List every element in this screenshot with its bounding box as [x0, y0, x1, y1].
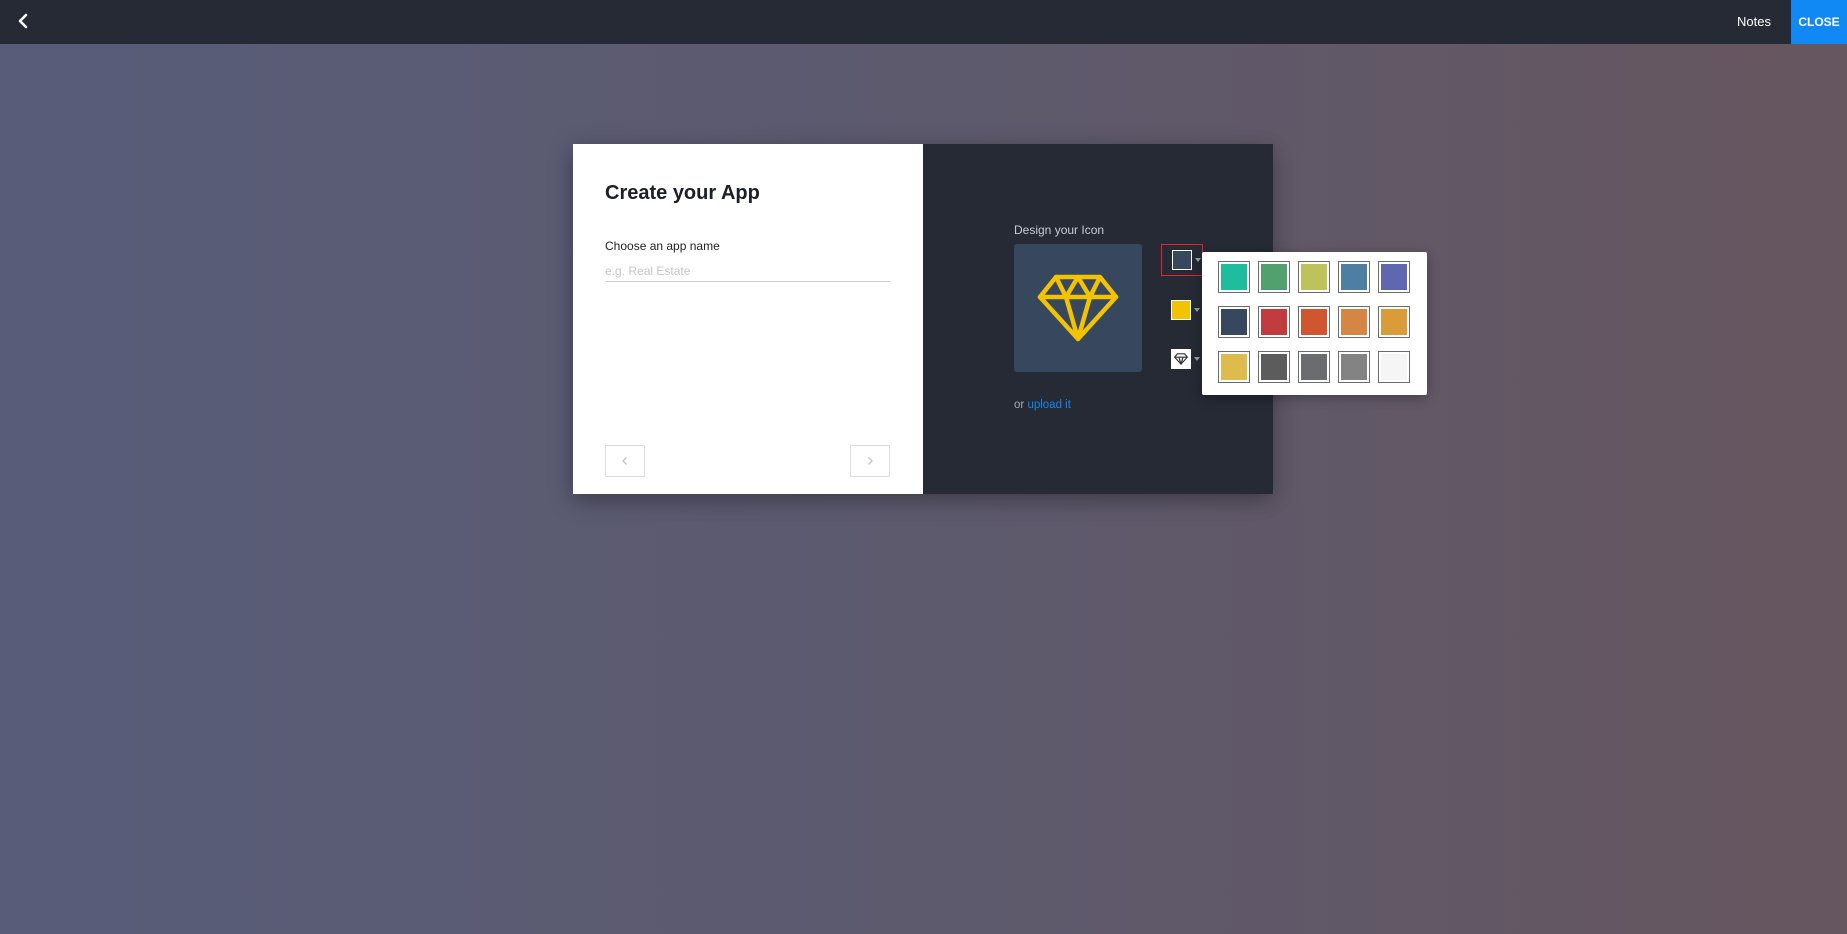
chevron-down-icon: [1194, 308, 1200, 312]
icon-color-swatch: [1171, 300, 1191, 320]
color-swatch[interactable]: [1338, 306, 1370, 338]
glyph-picker[interactable]: [1161, 343, 1203, 375]
back-button[interactable]: [10, 8, 36, 34]
chevron-down-icon: [1194, 357, 1200, 361]
color-swatch-fill: [1341, 354, 1367, 380]
chevron-left-icon: [18, 13, 28, 29]
top-bar: Notes CLOSE: [0, 0, 1847, 44]
upload-prefix: or: [1014, 399, 1025, 411]
color-swatch[interactable]: [1298, 351, 1330, 383]
color-swatch[interactable]: [1378, 261, 1410, 293]
color-swatch-fill: [1221, 309, 1247, 335]
color-swatch[interactable]: [1338, 261, 1370, 293]
color-swatch-fill: [1341, 264, 1367, 290]
color-swatch-fill: [1301, 354, 1327, 380]
color-swatch-fill: [1341, 309, 1367, 335]
app-name-panel: Create your App Choose an app name: [573, 144, 923, 494]
color-swatch[interactable]: [1258, 261, 1290, 293]
color-swatch[interactable]: [1258, 351, 1290, 383]
color-swatch-fill: [1261, 309, 1287, 335]
color-palette-popover: [1202, 252, 1427, 395]
chevron-right-icon: [868, 457, 873, 465]
color-swatch[interactable]: [1298, 306, 1330, 338]
dialog-title: Create your App: [605, 182, 760, 204]
design-icon-label: Design your Icon: [1014, 223, 1105, 237]
app-name-label: Choose an app name: [605, 239, 720, 253]
notes-link[interactable]: Notes: [1737, 0, 1771, 44]
create-app-dialog: Create your App Choose an app name Desig…: [573, 144, 1273, 494]
icon-preview: [1014, 244, 1142, 372]
previous-step-button[interactable]: [605, 445, 645, 477]
next-step-button[interactable]: [850, 445, 890, 477]
color-swatch[interactable]: [1378, 306, 1410, 338]
diamond-icon: [1174, 353, 1188, 365]
app-name-input[interactable]: [605, 260, 891, 282]
color-swatch[interactable]: [1298, 261, 1330, 293]
close-button[interactable]: CLOSE: [1791, 0, 1847, 44]
upload-line: or upload it: [1014, 399, 1071, 411]
color-swatch-fill: [1381, 354, 1407, 380]
color-swatch-fill: [1381, 309, 1407, 335]
color-swatch[interactable]: [1258, 306, 1290, 338]
color-swatch-fill: [1221, 264, 1247, 290]
color-swatch-fill: [1381, 264, 1407, 290]
color-swatch-fill: [1221, 354, 1247, 380]
color-swatch[interactable]: [1338, 351, 1370, 383]
upload-link[interactable]: upload it: [1027, 399, 1070, 411]
color-swatch-fill: [1261, 264, 1287, 290]
color-swatch-fill: [1261, 354, 1287, 380]
color-swatch[interactable]: [1378, 351, 1410, 383]
background-color-swatch: [1172, 250, 1192, 270]
chevron-left-icon: [622, 457, 627, 465]
background-color-picker[interactable]: [1161, 244, 1203, 276]
color-swatch-fill: [1301, 309, 1327, 335]
glyph-swatch: [1171, 349, 1191, 369]
color-swatch-fill: [1301, 264, 1327, 290]
color-swatch[interactable]: [1218, 261, 1250, 293]
color-swatch[interactable]: [1218, 351, 1250, 383]
chevron-down-icon: [1195, 258, 1201, 262]
color-swatch[interactable]: [1218, 306, 1250, 338]
icon-color-picker[interactable]: [1161, 294, 1203, 326]
diamond-icon: [1037, 274, 1119, 342]
